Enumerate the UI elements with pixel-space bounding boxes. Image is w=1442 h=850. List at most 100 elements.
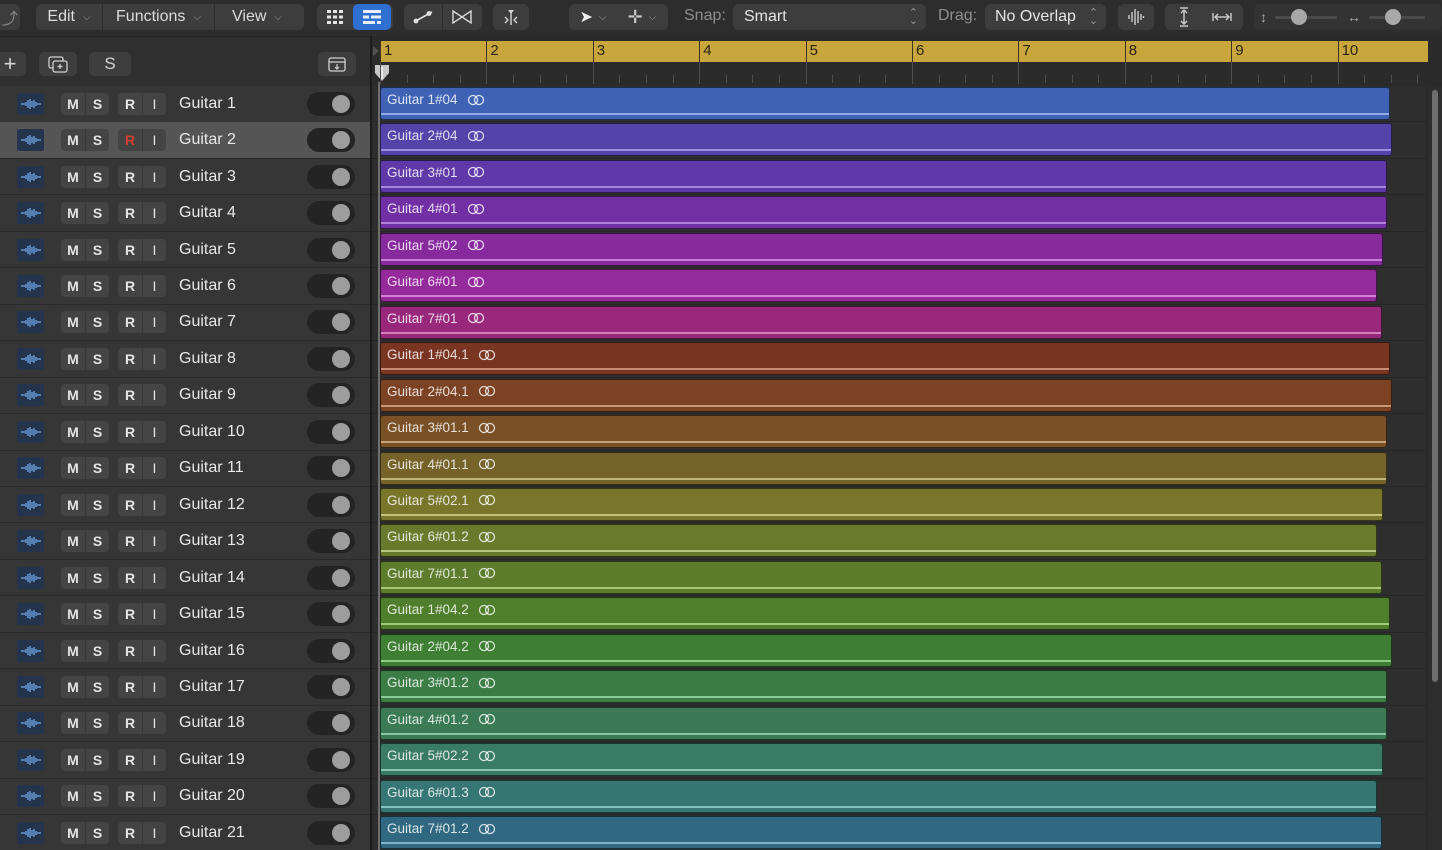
input-monitor-button[interactable]: I bbox=[142, 129, 166, 152]
track-on-off-toggle[interactable] bbox=[307, 310, 355, 335]
record-enable-button[interactable]: R bbox=[118, 676, 142, 698]
solo-button[interactable]: S bbox=[85, 639, 109, 662]
record-enable-button[interactable]: R bbox=[118, 421, 142, 443]
input-monitor-button[interactable]: I bbox=[142, 165, 166, 188]
track-name[interactable]: Guitar 4 bbox=[179, 204, 236, 222]
track-row[interactable]: M S R I Guitar 10 bbox=[0, 414, 370, 451]
audio-region[interactable]: Guitar 6#01.3 bbox=[380, 779, 1377, 813]
input-monitor-button[interactable]: I bbox=[142, 748, 166, 771]
track-name[interactable]: Guitar 1 bbox=[179, 95, 236, 113]
audio-region[interactable]: Guitar 5#02.2 bbox=[380, 743, 1384, 777]
pointer-tool-menu[interactable]: ➤ ⌵ bbox=[569, 4, 617, 30]
track-name[interactable]: Guitar 6 bbox=[179, 277, 236, 295]
cycle-bar[interactable]: 1 2 3 4 5 6 7 8 9 10 bbox=[380, 41, 1428, 62]
solo-button[interactable]: S bbox=[85, 530, 109, 553]
track-name[interactable]: Guitar 18 bbox=[179, 714, 245, 732]
audio-region[interactable]: Guitar 7#01.1 bbox=[380, 560, 1383, 594]
input-monitor-button[interactable]: I bbox=[142, 493, 166, 516]
vertical-zoom-slider[interactable] bbox=[1275, 4, 1337, 30]
solo-button[interactable]: S bbox=[85, 311, 109, 334]
record-enable-button[interactable]: R bbox=[118, 749, 142, 771]
track-on-off-toggle[interactable] bbox=[307, 201, 355, 226]
audio-region[interactable]: Guitar 6#01.2 bbox=[380, 524, 1377, 558]
vertical-fit-button[interactable] bbox=[1165, 4, 1203, 30]
track-on-off-toggle[interactable] bbox=[307, 419, 355, 444]
arrange-area[interactable]: Guitar 1#04 Guitar 2#04 Guitar 3#01 Guit… bbox=[372, 86, 1426, 850]
crossfade-button[interactable] bbox=[443, 4, 481, 30]
record-enable-button[interactable]: R bbox=[118, 712, 142, 734]
track-on-off-toggle[interactable] bbox=[307, 274, 355, 298]
track-on-off-toggle[interactable] bbox=[307, 91, 355, 116]
view-menu[interactable]: View ⌵ bbox=[215, 4, 299, 30]
input-monitor-button[interactable]: I bbox=[142, 785, 166, 808]
record-enable-button[interactable]: R bbox=[118, 494, 142, 516]
horizontal-zoom-knob[interactable] bbox=[1385, 9, 1401, 25]
solo-button[interactable]: S bbox=[85, 603, 109, 626]
mute-button[interactable]: M bbox=[61, 348, 85, 370]
record-enable-button[interactable]: R bbox=[118, 457, 142, 479]
track-row[interactable]: M S R I Guitar 15 bbox=[0, 596, 370, 633]
audio-region[interactable]: Guitar 4#01.1 bbox=[380, 451, 1387, 485]
input-monitor-button[interactable]: I bbox=[142, 384, 166, 407]
record-enable-button[interactable]: R bbox=[118, 166, 142, 188]
input-monitor-button[interactable]: I bbox=[142, 675, 166, 698]
audio-region[interactable]: Guitar 2#04.1 bbox=[380, 378, 1392, 412]
audio-region[interactable]: Guitar 2#04.2 bbox=[380, 633, 1392, 667]
track-row[interactable]: M S R I Guitar 8 bbox=[0, 341, 370, 378]
record-enable-button[interactable]: R bbox=[118, 822, 142, 844]
edit-menu[interactable]: Edit ⌵ bbox=[36, 4, 102, 30]
record-enable-button[interactable]: R bbox=[118, 129, 142, 151]
track-row[interactable]: M S R I Guitar 2 bbox=[0, 122, 370, 159]
solo-button[interactable]: S bbox=[85, 566, 109, 589]
input-monitor-button[interactable]: I bbox=[142, 457, 166, 480]
solo-button[interactable]: S bbox=[85, 675, 109, 698]
track-name[interactable]: Guitar 13 bbox=[179, 532, 245, 550]
secondary-tool-menu[interactable]: ✛ ⌵ bbox=[617, 4, 667, 30]
mute-button[interactable]: M bbox=[61, 384, 85, 406]
track-row[interactable]: M S R I Guitar 13 bbox=[0, 523, 370, 560]
input-monitor-button[interactable]: I bbox=[142, 275, 166, 297]
global-solo-button[interactable]: S bbox=[89, 52, 131, 76]
track-on-off-toggle[interactable] bbox=[307, 602, 355, 627]
track-row[interactable]: M S R I Guitar 20 bbox=[0, 778, 370, 816]
mute-button[interactable]: M bbox=[61, 239, 85, 261]
solo-button[interactable]: S bbox=[85, 457, 109, 480]
bar-ruler[interactable]: 1 2 3 4 5 6 7 8 9 10 bbox=[372, 40, 1442, 86]
audio-region[interactable]: Guitar 5#02.1 bbox=[380, 487, 1384, 521]
vertical-zoom-knob[interactable] bbox=[1291, 9, 1308, 25]
solo-button[interactable]: S bbox=[85, 493, 109, 516]
input-monitor-button[interactable]: I bbox=[142, 639, 166, 662]
record-enable-button[interactable]: R bbox=[118, 785, 142, 807]
solo-button[interactable]: S bbox=[85, 748, 109, 771]
add-track-button[interactable]: + bbox=[0, 51, 26, 76]
collapse-button[interactable] bbox=[318, 52, 356, 76]
record-enable-button[interactable]: R bbox=[118, 530, 142, 552]
functions-menu[interactable]: Functions ⌵ bbox=[103, 4, 214, 30]
track-on-off-toggle[interactable] bbox=[307, 128, 355, 153]
mute-button[interactable]: M bbox=[61, 421, 85, 443]
drag-select[interactable]: No Overlap ⌃ ⌄ bbox=[985, 4, 1106, 30]
track-row[interactable]: M S R I Guitar 1 bbox=[0, 86, 370, 123]
audio-region[interactable]: Guitar 1#04 bbox=[380, 87, 1390, 120]
mute-button[interactable]: M bbox=[61, 93, 85, 115]
track-name[interactable]: Guitar 19 bbox=[179, 751, 245, 769]
track-name[interactable]: Guitar 10 bbox=[179, 423, 245, 441]
audio-region[interactable]: Guitar 4#01 bbox=[380, 196, 1387, 230]
track-row[interactable]: M S R I Guitar 9 bbox=[0, 377, 370, 415]
mute-button[interactable]: M bbox=[61, 202, 85, 224]
audio-region[interactable]: Guitar 3#01 bbox=[380, 159, 1387, 193]
track-row[interactable]: M S R I Guitar 14 bbox=[0, 559, 370, 597]
track-name[interactable]: Guitar 8 bbox=[179, 350, 236, 368]
mute-button[interactable]: M bbox=[61, 603, 85, 625]
audio-region[interactable]: Guitar 6#01 bbox=[380, 269, 1377, 303]
track-on-off-toggle[interactable] bbox=[307, 820, 355, 845]
track-name[interactable]: Guitar 3 bbox=[179, 168, 236, 186]
track-row[interactable]: M S R I Guitar 7 bbox=[0, 304, 370, 342]
track-on-off-toggle[interactable] bbox=[307, 456, 355, 481]
track-name[interactable]: Guitar 2 bbox=[179, 131, 236, 149]
list-view-button[interactable] bbox=[353, 4, 391, 30]
solo-button[interactable]: S bbox=[85, 821, 109, 844]
audio-region[interactable]: Guitar 3#01.2 bbox=[380, 670, 1387, 704]
solo-button[interactable]: S bbox=[85, 165, 109, 188]
input-monitor-button[interactable]: I bbox=[142, 92, 166, 115]
